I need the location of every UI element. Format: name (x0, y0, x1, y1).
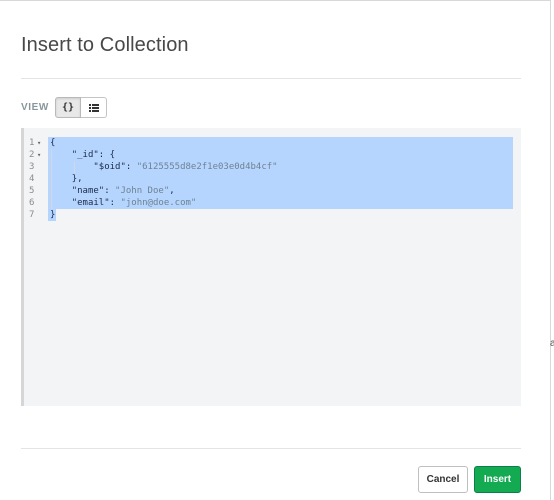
code-content[interactable]: { "_id": { "$oid": "6125555d8e2f1e03e0d4… (50, 137, 520, 221)
line-number-gutter: 1 ▾ 2 ▾ 3 4 5 6 7 (24, 137, 45, 221)
code-line: } (50, 210, 56, 220)
json-view-button[interactable]: {} (55, 97, 81, 118)
code-line: "_id": { (71, 150, 116, 160)
header-divider (21, 78, 521, 79)
background-page-text: a (550, 338, 554, 349)
json-braces-icon: {} (61, 102, 75, 113)
view-label: VIEW (21, 102, 49, 113)
fold-arrow-icon[interactable]: ▾ (37, 137, 41, 149)
line-number: 5 (29, 186, 35, 196)
dialog-title: Insert to Collection (21, 34, 189, 56)
line-number: 6 (29, 198, 35, 208)
json-editor[interactable]: 1 ▾ 2 ▾ 3 4 5 6 7 { "_id": { "$oid": "6125… (21, 128, 521, 406)
cancel-button[interactable]: Cancel (418, 466, 468, 493)
line-number: 4 (29, 174, 35, 184)
insert-document-dialog: Insert to Collection VIEW {} 1 ▾ 2 ▾ 3 4 5… (0, 0, 551, 500)
fold-arrow-icon[interactable]: ▾ (37, 149, 41, 161)
insert-button[interactable]: Insert (474, 466, 521, 493)
footer-divider (21, 448, 521, 449)
code-line: "email": "john@doe.com" (71, 198, 197, 208)
line-number: 7 (29, 210, 35, 220)
code-line: { (50, 138, 56, 148)
code-line: }, (71, 174, 83, 184)
line-number: 2 ▾ (29, 149, 42, 161)
view-mode-toggle: {} (55, 97, 107, 118)
code-line: "$oid": "6125555d8e2f1e03e0d4b4cf" (93, 162, 278, 172)
line-number: 1 ▾ (29, 137, 42, 149)
list-view-icon (88, 103, 99, 112)
list-view-button[interactable] (81, 97, 107, 118)
line-number: 3 (29, 162, 35, 172)
code-line: "name": "John Doe", (71, 186, 175, 196)
